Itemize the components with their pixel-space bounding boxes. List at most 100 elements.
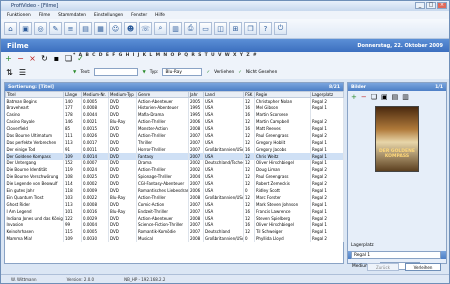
sort-icon[interactable]: ⇅ <box>5 68 14 77</box>
menu-einstellungen[interactable]: Einstellungen <box>94 13 123 18</box>
table-row[interactable]: Invasion 99 0.0004 DVD Science-Fiction-Thril… <box>5 221 344 229</box>
alpha-filter-8[interactable]: H <box>126 53 130 58</box>
alpha-filter-0[interactable]: * <box>73 53 75 58</box>
list-icon[interactable]: ≡ <box>64 22 77 35</box>
grid-icon[interactable]: ▦ <box>94 22 107 35</box>
back-button[interactable]: Zurück <box>367 263 399 271</box>
menu-hilfe[interactable]: Hilfe <box>155 13 165 18</box>
table-row[interactable]: Cloverfield 85 0.0015 DVD Monster-Action 2008… <box>5 125 344 132</box>
table-row[interactable]: Braveheart 177 0.0008 DVD Historien-Abenteue… <box>5 104 344 112</box>
table-row[interactable]: Indiana Jones und das Königreich1220.002… <box>5 214 344 222</box>
contact-icon[interactable]: ☏ <box>139 22 152 35</box>
table-row[interactable]: Die Bourne Identität 119 0.0024 DVD Action-T… <box>5 166 344 174</box>
view-icon[interactable]: ☰ <box>18 68 27 77</box>
menu-funktionen[interactable]: Funktionen <box>7 13 31 18</box>
lent-filter[interactable]: Verliehen <box>214 70 234 75</box>
alpha-filter-1[interactable]: A <box>79 53 82 58</box>
table-row[interactable]: Ghost Rider 113 0.0008 DVD Comic-Action 2007 U… <box>5 200 344 208</box>
alpha-filter-21[interactable]: U <box>211 53 215 58</box>
table-row[interactable]: Keinohrhasen 115 0.0005 DVD Romantik-Komödie… <box>5 228 344 236</box>
cancel-icon[interactable]: × <box>28 54 37 63</box>
refresh-icon[interactable]: ↻ <box>40 54 49 63</box>
table-row[interactable]: Ein gutes Jahr 118 0.0009 DVD Romantisches L… <box>5 187 344 194</box>
help-icon[interactable]: ? <box>259 22 272 35</box>
table-row[interactable]: Mamma Mia! 109 0.0030 DVD Musical 2008 Großbri… <box>5 235 344 243</box>
alpha-filter-20[interactable]: T <box>205 53 208 58</box>
alpha-filter-15[interactable]: O <box>170 53 174 58</box>
alpha-filter-19[interactable]: S <box>198 53 201 58</box>
column-header[interactable]: Medium-Nr. <box>81 91 109 98</box>
window-tile-icon[interactable]: ⊞ <box>229 22 242 35</box>
alpha-filter-23[interactable]: W <box>225 53 230 58</box>
add-image-icon[interactable]: + <box>351 93 357 101</box>
table-row[interactable]: Der einige Tod 91 0.0011 DVD Horror-Thriller… <box>5 145 344 153</box>
menu-fenster[interactable]: Fenster <box>131 13 147 18</box>
alpha-filter-18[interactable]: R <box>191 53 194 58</box>
image-view-icon[interactable]: ▣ <box>381 93 388 101</box>
alpha-filter-12[interactable]: L <box>149 53 152 58</box>
stack-icon[interactable]: ▤ <box>79 22 92 35</box>
alpha-filter-4[interactable]: D <box>99 53 103 58</box>
table-row[interactable]: Das Bourne Ultimatum 111 0.0026 DVD Action-T… <box>5 131 344 139</box>
exit-icon[interactable]: ⏻ <box>274 22 287 35</box>
home-icon[interactable]: ⌂ <box>4 22 17 35</box>
alpha-filter-3[interactable]: C <box>92 53 95 58</box>
table-row[interactable]: Casino 178 0.0044 DVD Mafia-Drama 1995 USA 16 Ma… <box>5 111 344 119</box>
window-icon[interactable]: ▭ <box>199 22 212 35</box>
edit-icon[interactable]: ✎ <box>49 22 62 35</box>
alpha-filter-5[interactable]: E <box>106 53 109 58</box>
table-row[interactable]: Der Untergang 152 0.0007 DVD Drama 2002 Deutsc… <box>5 159 344 167</box>
remove-image-icon[interactable]: − <box>361 93 367 101</box>
menu-filme[interactable]: Filme <box>39 13 50 18</box>
disc-icon[interactable]: ◎ <box>34 22 47 35</box>
unwatched-filter[interactable]: Nicht Gesehen <box>246 70 278 75</box>
table-row[interactable]: Die Bourne Verschwörung 108 0.0025 DVD Spion… <box>5 173 344 181</box>
window-cascade-icon[interactable]: ❐ <box>244 22 257 35</box>
type-filter-select[interactable]: Blu-Ray <box>162 68 203 76</box>
column-header[interactable]: Medium-Typ <box>108 91 137 98</box>
save-icon[interactable]: ▪ <box>52 54 61 63</box>
alpha-filter-26[interactable]: Z <box>246 53 249 58</box>
alpha-filter-24[interactable]: X <box>233 53 236 58</box>
menu-stammdaten[interactable]: Stammdaten <box>58 13 86 18</box>
add-icon[interactable]: + <box>4 54 13 63</box>
alpha-filter-25[interactable]: Y <box>240 53 243 58</box>
search-icon[interactable]: ⌕ <box>154 22 167 35</box>
alpha-filter-6[interactable]: F <box>112 53 115 58</box>
alpha-filter-7[interactable]: G <box>119 53 123 58</box>
film-icon[interactable]: ▣ <box>19 22 32 35</box>
table-row[interactable]: Der Goldene Kompass 109 0.0014 DVD Fantasy 20… <box>5 152 344 160</box>
copy-icon[interactable]: ❏ <box>64 54 73 63</box>
alpha-filter-22[interactable]: V <box>218 53 221 58</box>
alpha-filter-13[interactable]: M <box>156 53 160 58</box>
alpha-filter-9[interactable]: I <box>133 53 135 58</box>
alpha-filter-10[interactable]: J <box>138 53 140 58</box>
alpha-filter-17[interactable]: Q <box>184 53 188 58</box>
image-paste-icon[interactable]: ▤ <box>392 93 399 101</box>
table-icon[interactable]: ▥ <box>169 22 182 35</box>
image-copy-icon[interactable]: ❏ <box>371 93 377 101</box>
close-button[interactable]: × <box>437 2 447 9</box>
table-row[interactable]: I Am Legend 101 0.0016 Blu-Ray Endzeit-Thril… <box>5 207 344 215</box>
print-icon[interactable]: ⎙ <box>184 22 197 35</box>
alpha-filter-16[interactable]: P <box>178 53 181 58</box>
user-icon[interactable]: ☺ <box>109 22 122 35</box>
window-split-icon[interactable]: ◫ <box>214 22 227 35</box>
lend-button[interactable]: Verleihen <box>405 263 441 271</box>
users-icon[interactable]: ☻ <box>124 22 137 35</box>
table-row[interactable]: Die Legende von Beowulf 114 0.0002 DVD CGI-F… <box>5 180 344 188</box>
lagerplatz-field[interactable]: Regal 1 <box>351 251 441 259</box>
alpha-filter-14[interactable]: N <box>163 53 167 58</box>
table-row[interactable]: Casino Royale 146 0.0021 Blu-Ray Action-Thri… <box>5 118 344 126</box>
delete-icon[interactable]: − <box>16 54 25 63</box>
maximize-button[interactable]: □ <box>426 2 436 9</box>
text-filter-input[interactable] <box>94 68 139 76</box>
minimize-button[interactable]: _ <box>415 2 425 9</box>
table-row[interactable]: Batman Begins 140 0.0005 DVD Action-Abenteue… <box>5 97 344 105</box>
alpha-filter-11[interactable]: K <box>143 53 147 58</box>
image-delete-icon[interactable]: ▥ <box>402 93 409 101</box>
alpha-filter-2[interactable]: B <box>85 53 88 58</box>
table-row[interactable]: Das perfekte Verbrechen 113 0.0017 DVD Thril… <box>5 138 344 146</box>
table-row[interactable]: Ein Quantum Trost 103 0.0022 Blu-Ray Action-… <box>5 193 344 201</box>
alpha-filter-27[interactable]: # <box>253 53 257 58</box>
